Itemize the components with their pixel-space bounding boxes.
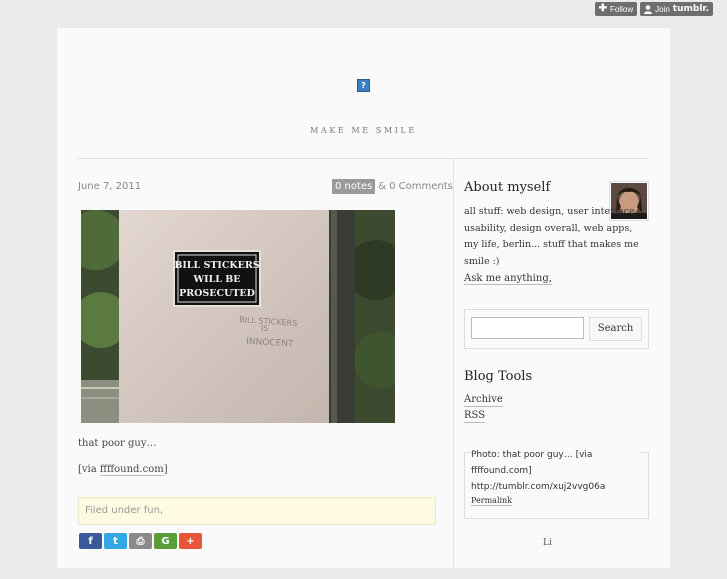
join-label: Join [655,4,670,14]
user-icon [644,4,653,14]
search-button[interactable]: Search [589,317,642,341]
header-divider [78,158,648,159]
notes-link[interactable]: 0 notes [332,179,376,194]
broken-image-icon: ? [357,79,370,92]
sign-line-3: PROSECUTED [179,288,255,299]
join-tumblr-button[interactable]: Join tumblr. [640,2,713,16]
print-share-icon[interactable]: ⎙ [129,533,152,549]
post-photo[interactable]: BILL STICKERS WILL BE PROSECUTED BILL ST… [81,210,395,423]
via-prefix: [via [78,464,97,475]
blog-title[interactable]: MAKE ME SMILE [57,126,670,135]
notes-separator: & [378,181,387,192]
via-link[interactable]: ffffound.com [99,464,164,476]
sign-line-1: BILL STICKERS [174,260,259,271]
sidebar-fragment: Li [543,538,552,548]
rss-link[interactable]: RSS [464,409,486,423]
plus-icon: ✚ [598,3,607,14]
google-share-icon[interactable]: G [154,533,177,549]
follow-label: Follow [609,4,634,14]
about-heading: About myself [464,180,551,195]
archive-link[interactable]: Archive [464,393,503,407]
tumblr-brand: tumblr. [672,4,709,14]
ask-me-link[interactable]: Ask me anything, [464,273,552,285]
search-input[interactable] [471,317,584,339]
recent-post-text[interactable]: Photo: that poor guy… [via ffffound.com]… [471,447,641,495]
addthis-share-icon[interactable]: + [179,533,202,549]
via-suffix: ] [163,464,168,475]
post-via: [via ffffound.com] [78,464,168,476]
recent-post-box: Photo: that poor guy… [via ffffound.com]… [464,447,649,519]
comments-link[interactable]: 0 Comments [389,181,453,192]
post-caption: that poor guy… [78,438,157,449]
column-divider [453,159,454,579]
graffiti-line-2: IS [261,324,268,333]
blog-tools-heading: Blog Tools [464,369,533,384]
post-meta: 0 notes & 0 Comments [332,179,453,194]
sign-line-2: WILL BE [192,274,240,285]
share-icons: f t ⎙ G + [79,533,202,549]
twitter-share-icon[interactable]: t [104,533,127,549]
filed-under-tags[interactable]: Filed under fun, [78,497,436,525]
about-description: all stuff: web design, user interface, u… [464,206,639,267]
tumblr-controls: ✚ Follow Join tumblr. [594,2,713,16]
blog-page: ? MAKE ME SMILE June 7, 2011 0 notes & 0… [57,28,670,579]
facebook-share-icon[interactable]: f [79,533,102,549]
post-date[interactable]: June 7, 2011 [78,181,141,192]
search-box: Search [464,309,649,349]
photo-illustration: BILL STICKERS WILL BE PROSECUTED BILL ST… [81,210,395,423]
permalink-link[interactable]: Permalink [471,496,513,506]
follow-button[interactable]: ✚ Follow [594,2,638,16]
